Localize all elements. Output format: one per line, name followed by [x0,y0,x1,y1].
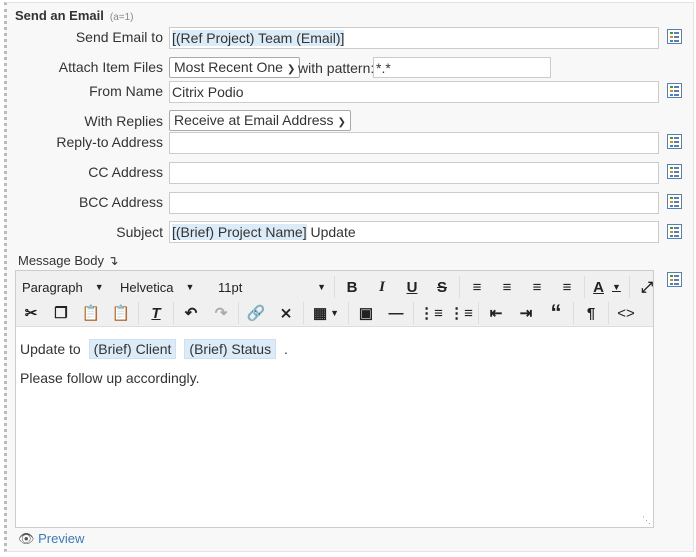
table-icon[interactable]: ▦ ▼ [306,301,346,325]
eye-icon: 👁 [18,531,35,546]
align-right-icon[interactable]: ≡ [522,275,552,299]
text-color-icon[interactable]: A ▼ [587,275,627,299]
underline-icon[interactable]: U [397,275,427,299]
send-to-label: Send Email to [75,29,163,45]
field-chip-client[interactable]: (Brief) Client [88,339,177,359]
bcc-input[interactable] [169,192,659,214]
section-title: Send an Email (a=1) [15,8,134,23]
horizontal-line-icon[interactable]: — [381,301,411,325]
paste-icon[interactable]: 📋 [76,301,106,325]
font-dropdown[interactable]: Helvetica ▼ [114,280,212,295]
with-replies-label: With Replies [84,113,163,129]
size-dropdown[interactable]: 11pt ▼ [212,280,332,295]
attach-label: Attach Item Files [58,59,163,75]
field-picker-icon[interactable] [667,83,682,98]
align-center-icon[interactable]: ≡ [492,275,522,299]
from-name-input[interactable]: Citrix Podio [169,81,659,103]
reply-to-label: Reply-to Address [56,134,163,150]
content-line-2: Please follow up accordingly. [20,370,200,386]
preview-link[interactable]: 👁 Preview [18,531,84,547]
undo-icon[interactable]: ↶ [176,301,206,325]
field-picker-icon[interactable] [667,224,682,239]
paragraph-mark-icon[interactable]: ¶ [576,301,606,325]
pattern-input[interactable]: *.* [373,57,551,78]
redo-icon[interactable]: ↷ [206,301,236,325]
paste-text-icon[interactable]: 📋 [106,301,136,325]
fullscreen-icon[interactable]: ⤢ [632,275,662,299]
italic-icon[interactable]: I [367,275,397,299]
format-dropdown[interactable]: Paragraph ▼ [16,280,114,295]
indent-icon[interactable]: ⇥ [511,301,541,325]
reply-to-input[interactable] [169,132,659,154]
with-replies-select[interactable]: Receive at Email Address ❯ [169,110,351,131]
bold-icon[interactable]: B [337,275,367,299]
bullet-list-icon[interactable]: ⋮≡ [416,301,446,325]
numbered-list-icon[interactable]: ⋮≡ [446,301,476,325]
from-name-label: From Name [89,83,163,99]
field-chip-status[interactable]: (Brief) Status [184,339,277,359]
title-note: (a=1) [109,12,134,23]
field-picker-icon[interactable] [667,272,682,287]
unlink-icon[interactable]: ⨯ [271,301,301,325]
blockquote-icon[interactable]: “ [541,300,571,325]
cc-input[interactable] [169,162,659,184]
bcc-label: BCC Address [78,194,163,210]
editor-content[interactable]: Update to (Brief) Client (Brief) Status .… [20,339,288,386]
justify-icon[interactable]: ≡ [552,275,582,299]
image-icon[interactable]: ▣ [351,301,381,325]
attach-select[interactable]: Most Recent One ❯ [169,57,301,78]
clear-format-icon[interactable]: T [141,301,171,325]
cc-label: CC Address [88,164,163,180]
field-picker-icon[interactable] [667,29,682,44]
content-line-1: Update to (Brief) Client (Brief) Status . [20,339,288,359]
rich-text-editor[interactable]: Paragraph ▼ Helvetica ▼ 11pt ▼ B I U S ≡ ≡ … [15,270,654,528]
editor-toolbar: Paragraph ▼ Helvetica ▼ 11pt ▼ B I U S ≡ ≡ … [16,271,653,327]
copy-icon[interactable]: ❐ [46,301,76,325]
message-body-label: Message Body ↴ [18,253,119,268]
field-picker-icon[interactable] [667,194,682,209]
strikethrough-icon[interactable]: S [427,275,457,299]
subject-input[interactable]: [(Brief) Project Name] Update [169,221,659,243]
field-picker-icon[interactable] [667,134,682,149]
resize-handle[interactable]: ⋱ [642,515,651,526]
cut-icon[interactable]: ✂ [16,301,46,325]
source-code-icon[interactable]: <> [611,301,641,325]
link-icon[interactable]: 🔗 [241,301,271,325]
insert-arrow-icon: ↴ [107,253,119,268]
subject-label: Subject [116,224,163,240]
field-picker-icon[interactable] [667,164,682,179]
outdent-icon[interactable]: ⇤ [481,301,511,325]
align-left-icon[interactable]: ≡ [462,275,492,299]
send-to-input[interactable]: [(Ref Project) Team (Email)] [169,27,659,49]
pattern-label: with pattern: [298,60,375,76]
